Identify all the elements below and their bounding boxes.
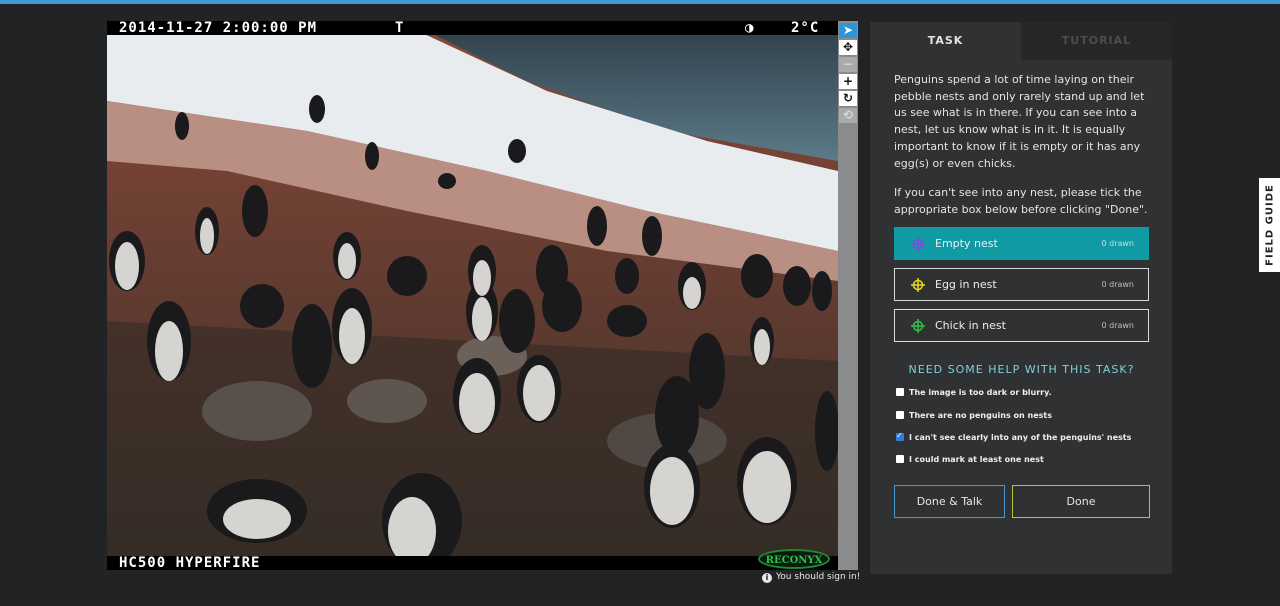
checkbox[interactable]: [896, 455, 904, 463]
penguin-colony-photo: [107, 21, 838, 570]
checkbox-no-penguins[interactable]: There are no penguins on nests: [896, 410, 1052, 422]
help-title: NEED SOME HELP WITH THIS TASK?: [908, 363, 1135, 376]
move-icon[interactable]: ✥: [839, 40, 857, 55]
signin-notice[interactable]: i You should sign in!: [762, 571, 860, 583]
camera-info-bar: 2014-11-27 2:00:00 PM T ◑ 2°C: [107, 21, 838, 35]
crosshair-icon: [911, 237, 925, 251]
done-and-talk-button[interactable]: Done & Talk: [894, 485, 1005, 518]
top-accent-bar: [0, 0, 1280, 4]
info-icon: i: [762, 573, 772, 583]
tool-label: Empty nest: [935, 237, 998, 250]
instructions-paragraph-2: If you can't see into any nest, please t…: [894, 186, 1148, 216]
checkbox-too-dark[interactable]: The image is too dark or blurry.: [896, 387, 1052, 399]
task-instructions: Penguins spend a lot of time laying on t…: [894, 72, 1152, 232]
field-guide-label: FIELD GUIDE: [1264, 184, 1275, 266]
moon-phase-icon: ◑: [745, 21, 755, 36]
camera-model-bar: HC500 HYPERFIRE: [107, 556, 838, 570]
tool-empty-nest-button[interactable]: Empty nest 0 drawn: [894, 227, 1149, 260]
task-panel: TASK TUTORIAL Penguins spend a lot of ti…: [870, 22, 1172, 574]
checkbox[interactable]: [896, 411, 904, 419]
crosshair-icon: [911, 319, 925, 333]
checkbox-label: I could mark at least one nest: [909, 455, 1044, 464]
checkbox-label: There are no penguins on nests: [909, 411, 1052, 420]
checkbox-marked-nest[interactable]: I could mark at least one nest: [896, 454, 1044, 466]
camera-flag: T: [395, 21, 405, 36]
subject-image[interactable]: 2014-11-27 2:00:00 PM T ◑ 2°C HC500 HYPE…: [107, 21, 838, 570]
tool-count: 0 drawn: [1101, 321, 1134, 330]
signin-notice-text: You should sign in!: [776, 572, 861, 582]
checkbox[interactable]: [896, 388, 904, 396]
reset-icon[interactable]: ⟲: [839, 108, 857, 123]
pointer-icon[interactable]: ➤: [839, 23, 857, 38]
checkbox[interactable]: [896, 430, 904, 442]
zoom-in-icon[interactable]: +: [839, 74, 857, 89]
tool-label: Chick in nest: [935, 319, 1006, 332]
checkbox-label: The image is too dark or blurry.: [909, 388, 1052, 397]
zoom-out-icon[interactable]: −: [839, 57, 857, 72]
tool-label: Egg in nest: [935, 278, 997, 291]
image-toolbar: ➤ ✥ − + ↻ ⟲: [838, 21, 858, 570]
tool-egg-in-nest-button[interactable]: Egg in nest 0 drawn: [894, 268, 1149, 301]
tab-task[interactable]: TASK: [870, 22, 1021, 60]
tool-chick-in-nest-button[interactable]: Chick in nest 0 drawn: [894, 309, 1149, 342]
checkbox-label: I can't see clearly into any of the peng…: [909, 433, 1132, 442]
task-tabs: TASK TUTORIAL: [870, 22, 1172, 60]
rotate-icon[interactable]: ↻: [839, 91, 857, 106]
camera-model: HC500 HYPERFIRE: [119, 555, 261, 571]
crosshair-icon: [911, 278, 925, 292]
done-button[interactable]: Done: [1012, 485, 1150, 518]
tool-count: 0 drawn: [1101, 239, 1134, 248]
tool-count: 0 drawn: [1101, 280, 1134, 289]
camera-brand-logo: RECONYX: [758, 549, 830, 569]
camera-timestamp: 2014-11-27 2:00:00 PM: [119, 21, 318, 36]
instructions-paragraph-1: Penguins spend a lot of time laying on t…: [894, 73, 1145, 170]
field-guide-tab[interactable]: FIELD GUIDE: [1259, 178, 1280, 272]
checkbox-cant-see-nests[interactable]: I can't see clearly into any of the peng…: [896, 430, 1132, 444]
camera-temperature: 2°C: [791, 21, 820, 36]
tab-tutorial[interactable]: TUTORIAL: [1021, 22, 1172, 60]
